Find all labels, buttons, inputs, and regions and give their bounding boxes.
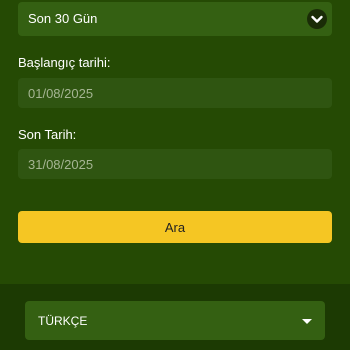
start-date-field[interactable] [18, 78, 332, 108]
language-select-value: TÜRKÇE [38, 314, 88, 328]
chevron-down-icon[interactable] [307, 9, 327, 29]
period-select[interactable]: Son 30 Gün [18, 2, 332, 36]
language-select[interactable]: TÜRKÇE [25, 301, 325, 340]
period-select-value: Son 30 Gün [28, 11, 98, 26]
start-date-label: Başlangıç tarihi: [18, 55, 111, 70]
caret-down-icon [302, 319, 312, 324]
search-button[interactable]: Ara [18, 211, 332, 243]
end-date-label: Son Tarih: [18, 127, 77, 142]
end-date-field[interactable] [18, 149, 332, 179]
